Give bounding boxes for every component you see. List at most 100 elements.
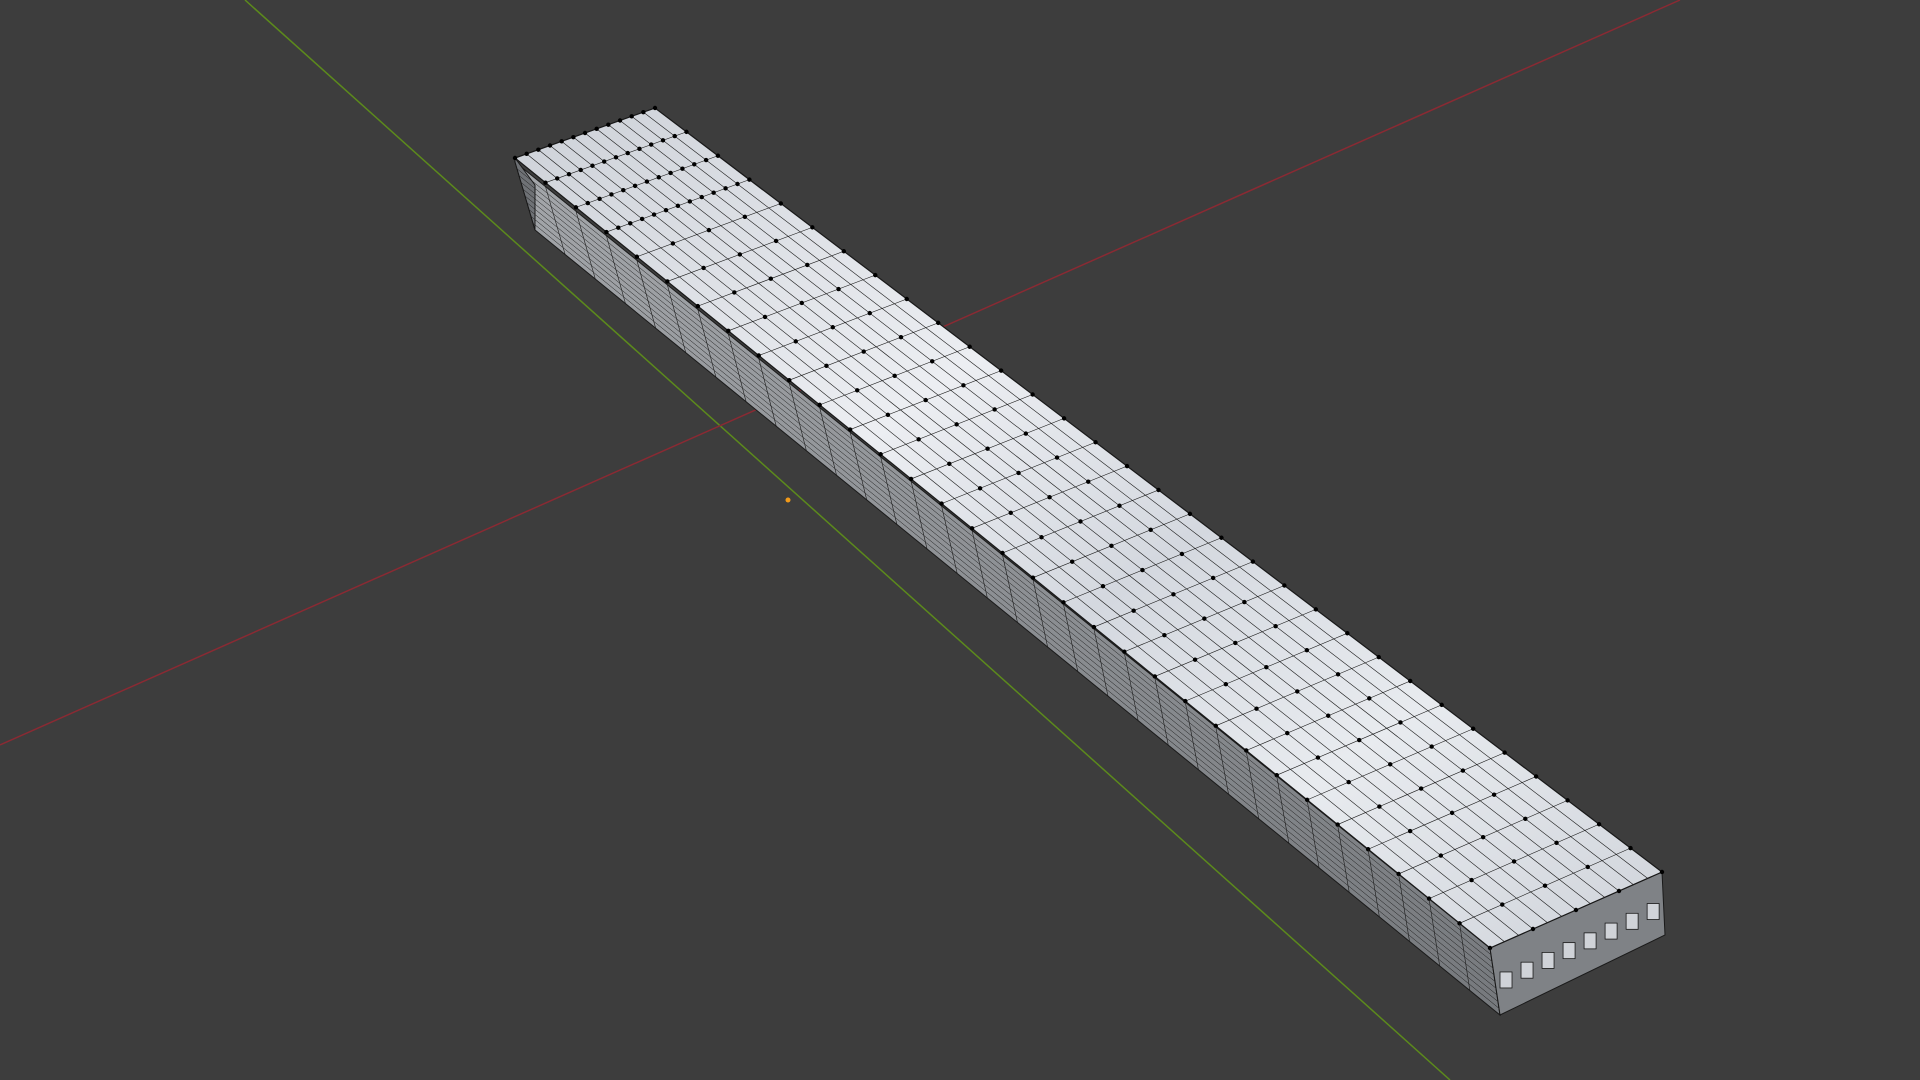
mesh-vertex[interactable]: [1219, 535, 1224, 540]
mesh-vertex[interactable]: [1439, 702, 1444, 708]
mesh-vertex[interactable]: [1148, 527, 1153, 533]
mesh-vertex[interactable]: [841, 249, 847, 254]
mesh-vertex[interactable]: [830, 325, 835, 330]
mesh-vertex[interactable]: [660, 138, 666, 143]
mesh-vertex[interactable]: [1030, 575, 1036, 580]
mesh-vertex[interactable]: [867, 310, 872, 316]
mesh-vertex[interactable]: [1346, 779, 1351, 785]
mesh-vertex[interactable]: [675, 203, 681, 209]
mesh-vertex[interactable]: [1273, 623, 1278, 629]
mesh-vertex[interactable]: [805, 262, 810, 268]
mesh-vertex[interactable]: [602, 159, 607, 164]
mesh-vertex[interactable]: [1313, 607, 1319, 612]
mesh-vertex[interactable]: [634, 254, 640, 259]
mesh-vertex[interactable]: [628, 221, 633, 226]
mesh-vertex[interactable]: [1187, 511, 1193, 517]
mesh-vertex[interactable]: [625, 150, 630, 156]
mesh-vertex[interactable]: [892, 373, 897, 379]
mesh-vertex[interactable]: [998, 368, 1004, 373]
mesh-vertex[interactable]: [873, 272, 878, 278]
mesh-vertex[interactable]: [706, 227, 712, 233]
mesh-vertex[interactable]: [1565, 798, 1570, 803]
mesh-vertex[interactable]: [1315, 755, 1321, 760]
mesh-vertex[interactable]: [1000, 550, 1005, 556]
mesh-vertex[interactable]: [1628, 845, 1633, 851]
mesh-vertex[interactable]: [1398, 720, 1403, 725]
mesh-vertex[interactable]: [908, 476, 914, 482]
mesh-vertex[interactable]: [555, 176, 560, 181]
mesh-vertex[interactable]: [1326, 713, 1331, 718]
mesh-vertex[interactable]: [665, 279, 670, 284]
mesh-vertex[interactable]: [1530, 926, 1536, 932]
mesh-vertex[interactable]: [793, 339, 798, 344]
mesh-vertex[interactable]: [1659, 869, 1665, 875]
mesh-vertex[interactable]: [735, 181, 740, 187]
mesh-vertex[interactable]: [639, 216, 645, 222]
mesh-vertex[interactable]: [817, 402, 822, 408]
mesh-vertex[interactable]: [726, 328, 731, 334]
mesh-vertex[interactable]: [524, 151, 529, 157]
mesh-vertex[interactable]: [597, 196, 602, 201]
mesh-vertex[interactable]: [1357, 737, 1362, 743]
mesh-vertex[interactable]: [756, 353, 761, 358]
mesh-vertex[interactable]: [1491, 792, 1497, 797]
mesh-vertex[interactable]: [1438, 853, 1444, 858]
mesh-vertex[interactable]: [836, 286, 841, 292]
mesh-vertex[interactable]: [1500, 902, 1505, 907]
mesh-vertex[interactable]: [687, 199, 693, 204]
mesh-vertex[interactable]: [585, 200, 590, 206]
mesh-vertex[interactable]: [652, 105, 658, 111]
mesh-vertex[interactable]: [670, 241, 676, 246]
mesh-vertex[interactable]: [1282, 583, 1287, 588]
mesh-vertex[interactable]: [1250, 559, 1256, 564]
mesh-vertex[interactable]: [1596, 822, 1602, 827]
mesh-vertex[interactable]: [737, 252, 743, 257]
mesh-vertex[interactable]: [1377, 804, 1382, 809]
mesh-vertex[interactable]: [1100, 584, 1106, 589]
mesh-vertex[interactable]: [898, 335, 904, 340]
mesh-vertex[interactable]: [616, 225, 621, 230]
mesh-vertex[interactable]: [1470, 726, 1476, 731]
mesh-vertex[interactable]: [1573, 907, 1579, 913]
mesh-vertex[interactable]: [613, 155, 619, 160]
mesh-vertex[interactable]: [1061, 416, 1067, 421]
mesh-vertex[interactable]: [1511, 859, 1517, 864]
mesh-vertex[interactable]: [566, 172, 572, 177]
mesh-vertex[interactable]: [1367, 696, 1372, 701]
mesh-vertex[interactable]: [1242, 599, 1247, 605]
mesh-vertex[interactable]: [773, 238, 779, 244]
mesh-vertex[interactable]: [810, 225, 815, 230]
mesh-vertex[interactable]: [632, 183, 638, 189]
mesh-vertex[interactable]: [1078, 519, 1083, 524]
mesh-vertex[interactable]: [929, 359, 935, 364]
mesh-vertex[interactable]: [1086, 479, 1091, 484]
object-origin-icon[interactable]: [785, 497, 791, 503]
mesh-vertex[interactable]: [536, 147, 541, 152]
mesh-vertex[interactable]: [1016, 470, 1021, 476]
mesh-vertex[interactable]: [854, 388, 860, 393]
mesh-vertex[interactable]: [699, 194, 704, 200]
mesh-vertex[interactable]: [692, 162, 697, 167]
mesh-vertex[interactable]: [649, 142, 654, 147]
mesh-vertex[interactable]: [961, 383, 966, 388]
mesh-vertex[interactable]: [1616, 888, 1622, 894]
mesh-vertex[interactable]: [904, 296, 909, 302]
mesh-vertex[interactable]: [954, 422, 959, 427]
mesh-vertex[interactable]: [547, 143, 553, 148]
mesh-vertex[interactable]: [1091, 624, 1097, 630]
mesh-vertex[interactable]: [651, 212, 657, 217]
mesh-vertex[interactable]: [1460, 768, 1466, 773]
3d-viewport[interactable]: [0, 0, 1920, 1080]
mesh-vertex[interactable]: [1233, 640, 1238, 646]
mesh-vertex[interactable]: [711, 190, 716, 195]
mesh-vertex[interactable]: [1061, 600, 1066, 605]
mesh-vertex[interactable]: [637, 146, 642, 152]
mesh-vertex[interactable]: [1408, 678, 1413, 684]
mesh-vertex[interactable]: [1285, 730, 1290, 736]
mesh-vertex[interactable]: [742, 214, 748, 220]
mesh-vertex[interactable]: [663, 208, 669, 213]
mesh-vertex[interactable]: [923, 397, 928, 403]
mesh-vertex[interactable]: [824, 363, 829, 369]
mesh-vertex[interactable]: [1502, 750, 1507, 755]
mesh-vertex[interactable]: [1039, 535, 1044, 540]
